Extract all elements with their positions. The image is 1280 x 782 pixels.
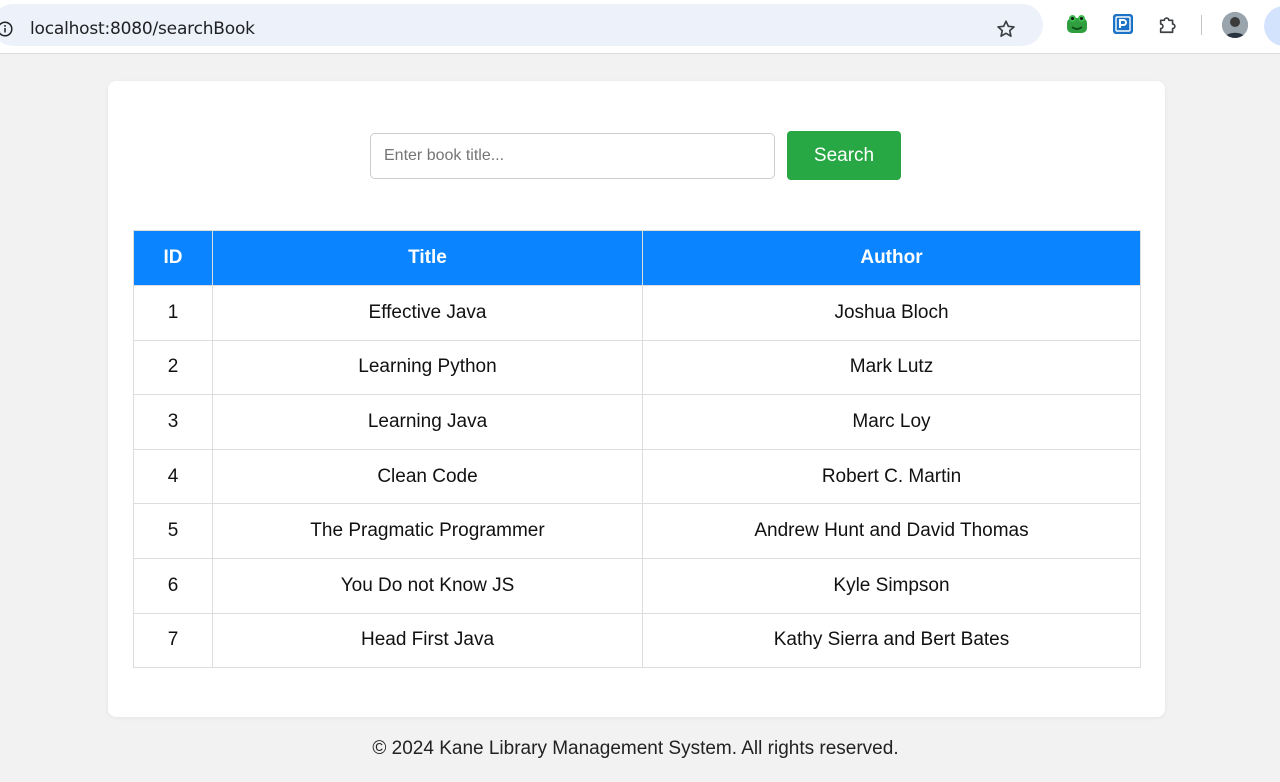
cell-id: 3 <box>133 394 213 450</box>
cell-title: Learning Java <box>212 394 643 450</box>
cell-author: Marc Loy <box>642 394 1141 450</box>
cell-id: 6 <box>133 557 213 614</box>
table-row: 4 Clean Code Robert C. Martin <box>133 448 1141 505</box>
cell-id: 5 <box>133 503 213 559</box>
table-row: 2 Learning Python Mark Lutz <box>133 339 1141 396</box>
cell-title: Effective Java <box>212 285 643 341</box>
cell-author: Mark Lutz <box>642 339 1141 396</box>
footer-copyright: © 2024 Kane Library Management System. A… <box>372 738 899 759</box>
person-icon <box>1222 12 1248 38</box>
cell-id: 4 <box>133 448 213 505</box>
url-text[interactable]: localhost:8080/searchBook <box>30 19 255 39</box>
info-icon[interactable] <box>0 21 13 37</box>
table-row: 3 Learning Java Marc Loy <box>133 394 1141 450</box>
address-bar[interactable]: localhost:8080/searchBook <box>0 4 1043 46</box>
table-row: 7 Head First Java Kathy Sierra and Bert … <box>133 612 1141 669</box>
puzzle-extensions-icon[interactable] <box>1157 13 1179 35</box>
cell-title: Learning Python <box>212 339 643 396</box>
table-row: 1 Effective Java Joshua Bloch <box>133 285 1141 341</box>
column-header-author: Author <box>642 230 1141 286</box>
frog-extension-icon[interactable] <box>1066 13 1088 35</box>
search-button[interactable]: Search <box>787 131 901 180</box>
toolbar-divider <box>1201 15 1202 35</box>
cell-id: 1 <box>133 285 213 341</box>
cell-title: Clean Code <box>212 448 643 505</box>
cell-id: 2 <box>133 339 213 396</box>
profile-avatar[interactable] <box>1222 12 1248 38</box>
cell-author: Kyle Simpson <box>642 557 1141 614</box>
side-panel-button[interactable] <box>1264 6 1280 46</box>
bookmark-star-icon[interactable] <box>995 18 1017 40</box>
cell-title: The Pragmatic Programmer <box>212 503 643 559</box>
cell-title: Head First Java <box>212 612 643 669</box>
books-table: ID Title Author 1 Effective Java Joshua … <box>133 230 1141 669</box>
p-extension-icon[interactable] <box>1112 13 1134 35</box>
browser-toolbar: localhost:8080/searchBook <box>0 0 1280 54</box>
table-row: 5 The Pragmatic Programmer Andrew Hunt a… <box>133 503 1141 559</box>
column-header-title: Title <box>212 230 643 286</box>
cell-id: 7 <box>133 612 213 669</box>
cell-author: Robert C. Martin <box>642 448 1141 505</box>
table-row: 6 You Do not Know JS Kyle Simpson <box>133 557 1141 614</box>
book-title-search-input[interactable] <box>370 133 775 179</box>
column-header-id: ID <box>133 230 213 286</box>
cell-author: Kathy Sierra and Bert Bates <box>642 612 1141 669</box>
cell-title: You Do not Know JS <box>212 557 643 614</box>
cell-author: Joshua Bloch <box>642 285 1141 341</box>
cell-author: Andrew Hunt and David Thomas <box>642 503 1141 559</box>
table-header-row: ID Title Author <box>133 230 1141 286</box>
